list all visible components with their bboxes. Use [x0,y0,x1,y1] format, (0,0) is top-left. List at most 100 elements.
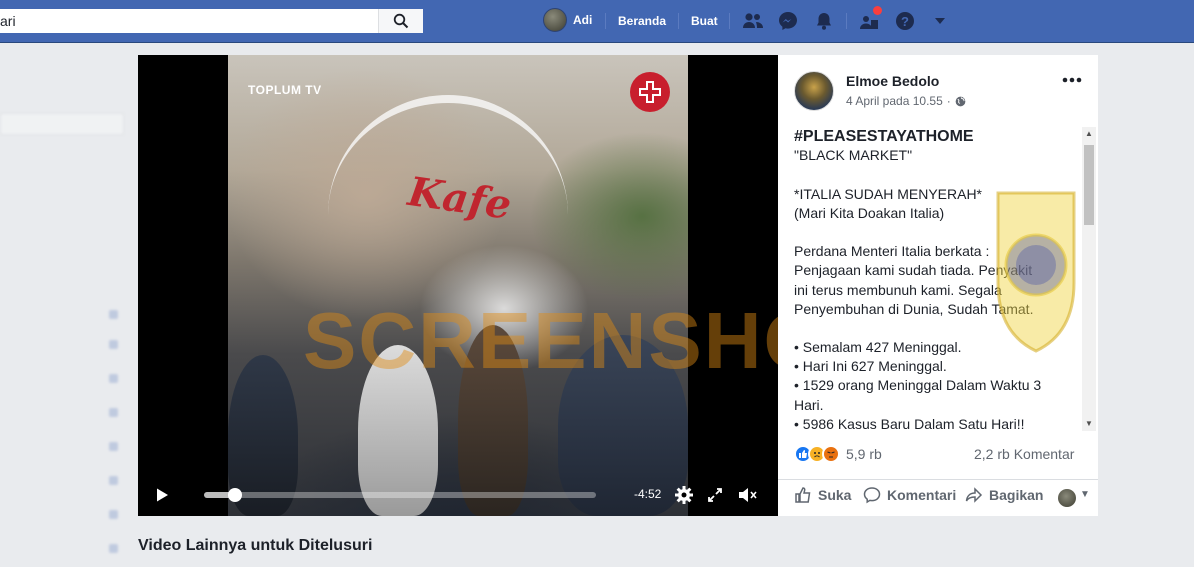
post-meta: 4 April pada 10.55 · [846,94,966,108]
video-player[interactable]: Kafe TOPLUM TV SCREENSHOT BY -4:52 [138,55,778,516]
question-icon: ? [896,12,914,30]
like-button[interactable]: Suka [794,486,851,504]
comment-count[interactable]: 2,2 rb Komentar [974,446,1074,462]
nav-divider [605,13,606,29]
settings-button[interactable] [673,484,695,506]
watch-sidebar [0,43,130,567]
reaction-count: 5,9 rb [846,446,882,462]
scroll-down-icon[interactable]: ▼ [1085,419,1093,428]
comment-button[interactable]: Komentari [863,486,956,504]
sidebar-item[interactable] [0,535,124,561]
sidebar-item[interactable] [0,187,124,213]
create-link[interactable]: Buat [691,14,718,28]
scroll-thumb[interactable] [1084,145,1094,225]
fullscreen-button[interactable] [704,484,726,506]
badge-icon [109,441,118,451]
post-text-line: • Semalam 427 Meninggal. [794,339,962,356]
groups-button[interactable] [857,6,882,33]
post-text-line: • Hari Ini 627 Meninggal. [794,358,947,375]
reactions-summary[interactable]: 5,9 rb [794,445,882,463]
notifications-button[interactable] [812,9,836,33]
caret-down-icon[interactable]: ▼ [1080,489,1090,500]
help-button[interactable]: ? [893,9,917,33]
bell-icon [817,13,831,30]
author-avatar[interactable] [794,71,834,111]
badge-icon [109,543,118,553]
post-text-line: *ITALIA SUDAH MENYERAH* [794,185,983,202]
friend-requests-button[interactable] [741,9,765,33]
post-scrollbar[interactable]: ▲ ▼ [1082,127,1096,431]
friends-icon [743,13,763,28]
post-text-line: • 5986 Kasus Baru Dalam Satu Hari!! [794,415,1025,431]
thumbs-up-icon [795,487,811,503]
sidebar-item[interactable] [0,399,124,425]
post-panel: Elmoe Bedolo 4 April pada 10.55 · #PLEAS… [778,55,1098,516]
post-text-line: Penjagaan kami sudah tiada. Penyakit [794,262,1033,279]
nav-divider [678,13,679,29]
post-text-line: ini terus membunuh kami. Segala [794,281,1002,298]
share-as-avatar[interactable] [1058,489,1076,507]
video-frame: Kafe [228,55,688,516]
video-progress-bar[interactable] [204,488,596,502]
volume-muted-icon [739,488,757,502]
badge-icon [109,509,118,519]
sidebar-item[interactable] [0,433,124,459]
meta-separator: · [946,94,951,108]
account-menu-button[interactable] [928,9,952,33]
more-dots-icon [1062,77,1082,83]
more-videos-heading: Video Lainnya untuk Ditelusuri [138,537,373,554]
time-remaining: -4:52 [634,487,662,501]
post-hashtag[interactable]: #PLEASESTAYATHOME [794,127,1078,146]
sidebar-item[interactable] [0,153,124,179]
post-text-line [794,223,1078,242]
author-name[interactable]: Elmoe Bedolo [846,73,939,89]
badge-icon [109,309,118,319]
channel-logo [630,72,670,112]
globe-icon [955,96,966,106]
letterbox-right [688,55,778,516]
caret-down-icon [935,18,945,24]
letterbox-left [138,55,228,516]
search-icon [393,13,409,29]
top-navigation-bar: Adi Beranda Buat ? [0,0,1194,43]
nav-divider [729,13,730,29]
messenger-button[interactable] [776,9,800,33]
search-box [0,9,423,33]
post-options-button[interactable] [1062,73,1084,87]
sidebar-item[interactable] [0,301,124,327]
share-button[interactable]: Bagikan [965,486,1043,504]
home-link[interactable]: Beranda [618,14,666,28]
comment-label: Komentari [887,487,957,503]
sidebar-item[interactable] [0,331,124,357]
search-input[interactable] [0,9,378,33]
play-button[interactable] [154,487,170,503]
avatar [543,8,567,32]
post-text: #PLEASESTAYATHOME "BLACK MARKET" *ITALIA … [794,127,1078,431]
post-text-line: (Mari Kita Doakan Italia) [794,204,945,221]
video-controls: -4:52 [138,475,778,516]
angry-reaction-icon [822,445,840,463]
mute-button[interactable] [737,484,759,506]
post-date[interactable]: 4 April pada 10.55 [846,94,943,108]
search-button[interactable] [378,9,423,33]
sidebar-item[interactable] [0,501,124,527]
post-actions: Suka Komentari Bagikan ▼ [778,479,1098,513]
gear-icon [675,486,693,504]
badge-icon [109,407,118,417]
profile-link[interactable]: Adi [543,8,592,32]
profile-name: Adi [573,13,593,27]
post-text-line: "BLACK MARKET" [794,147,913,164]
sidebar-item[interactable] [0,221,124,247]
progress-knob[interactable] [228,488,243,502]
comment-icon [863,487,881,504]
like-label: Suka [818,487,852,503]
scroll-up-icon[interactable]: ▲ [1085,129,1093,138]
cross-logo-icon [639,81,661,103]
sidebar-search-input[interactable] [0,113,124,135]
svg-text:?: ? [901,14,909,29]
post-text-line: • 1529 orang Meninggal Dalam Waktu 3 [794,377,1042,394]
sidebar-item[interactable] [0,365,124,391]
sidebar-item[interactable] [0,255,124,281]
sidebar-item[interactable] [0,467,124,493]
play-icon [157,488,168,502]
